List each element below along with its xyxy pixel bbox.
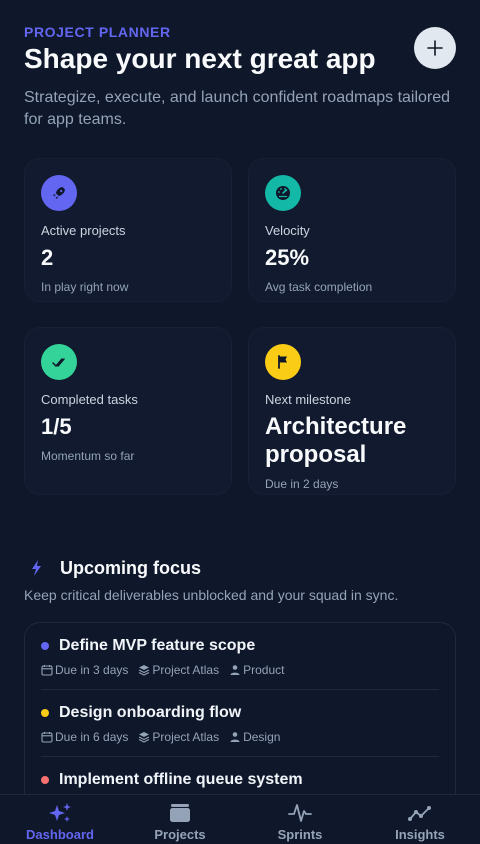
stat-label: Velocity [265,223,310,238]
flag-icon [265,344,301,380]
stat-note: Momentum so far [41,449,135,463]
calendar-icon [41,665,53,676]
tab-projects[interactable]: Projects [120,795,240,844]
task-due: Due in 6 days [55,730,129,744]
tab-dashboard[interactable]: Dashboard [0,795,120,844]
stat-note: Due in 2 days [265,477,339,491]
stat-card-active-projects: Active projects 2 In play right now [24,158,232,302]
app-eyebrow: PROJECT PLANNER [24,24,171,40]
task-title: Implement offline queue system [59,771,303,788]
stat-label: Active projects [41,223,126,238]
folder-stack-icon [170,804,190,822]
tab-label: Insights [395,827,445,842]
rocket-icon [41,175,77,211]
tab-label: Sprints [277,827,323,842]
task-title: Design onboarding flow [59,704,242,721]
stat-value: 1/5 [41,414,72,439]
list-item[interactable]: Design onboarding flow Due in 6 days Pro… [41,690,439,757]
person-icon [230,665,240,675]
list-item[interactable]: Define MVP feature scope Due in 3 days P… [41,623,439,690]
stat-value: 2 [41,245,54,270]
bottom-tab-bar: Dashboard Projects Sprints Insights [0,794,480,844]
status-dot [41,642,49,650]
add-project-button[interactable] [414,27,456,69]
task-title: Define MVP feature scope [59,637,256,654]
pulse-icon [288,804,312,822]
sparkles-icon [49,803,71,822]
page-subtitle: Strategize, execute, and launch confiden… [24,89,451,128]
task-due: Due in 3 days [55,663,129,677]
section-subtitle: Keep critical deliverables unblocked and… [24,587,399,603]
focus-header: Upcoming focus [24,556,201,580]
lightning-icon [32,560,41,576]
plus-icon [427,40,443,56]
tab-sprints[interactable]: Sprints [240,795,360,844]
layers-icon [139,665,150,676]
status-dot [41,709,49,717]
speedometer-icon [265,175,301,211]
tab-insights[interactable]: Insights [360,795,480,844]
stat-value: 25% [265,245,310,270]
stat-label: Completed tasks [41,392,138,407]
task-owner: Design [243,730,281,744]
stat-card-completed-tasks: Completed tasks 1/5 Momentum so far [24,327,232,495]
section-title: Upcoming focus [60,557,202,578]
stat-value: Architecture proposal [265,413,407,468]
calendar-icon [41,732,53,743]
double-check-icon [41,344,77,380]
task-project: Project Atlas [152,730,220,744]
task-owner: Product [243,663,285,677]
task-project: Project Atlas [152,663,220,677]
person-icon [230,732,240,742]
trend-line-icon [408,806,431,821]
stat-note: In play right now [41,280,129,294]
layers-icon [139,732,150,743]
stat-label: Next milestone [265,392,351,407]
page-header: PROJECT PLANNER Shape your next great ap… [24,24,456,131]
stat-note: Avg task completion [265,280,373,294]
status-dot [41,776,49,784]
tab-label: Dashboard [26,827,94,842]
tab-label: Projects [154,827,206,842]
stat-card-velocity: Velocity 25% Avg task completion [248,158,456,302]
page-title: Shape your next great app [24,43,376,74]
stat-card-next-milestone: Next milestone Architecture proposal Due… [248,327,456,495]
